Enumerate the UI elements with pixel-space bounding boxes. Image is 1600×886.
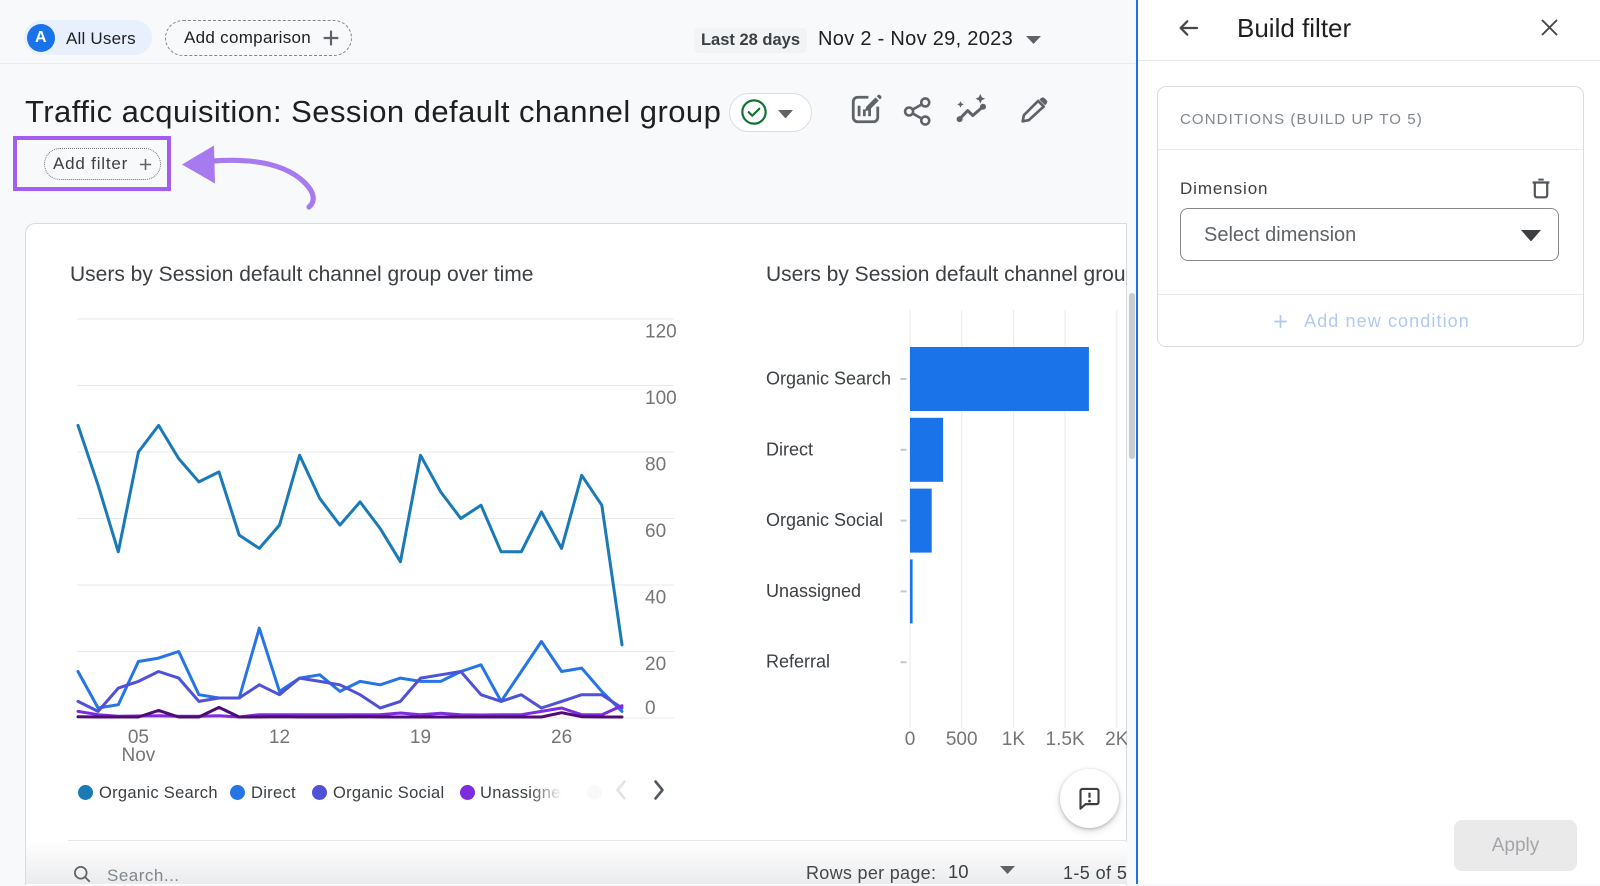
- svg-text:19: 19: [410, 727, 431, 748]
- svg-text:0: 0: [645, 698, 656, 719]
- svg-text:60: 60: [645, 521, 666, 542]
- svg-text:2K: 2K: [1105, 729, 1127, 750]
- svg-text:40: 40: [645, 588, 666, 609]
- svg-text:1K: 1K: [1002, 729, 1026, 750]
- svg-text:120: 120: [645, 322, 677, 343]
- svg-text:0: 0: [905, 729, 916, 750]
- svg-text:1.5K: 1.5K: [1046, 729, 1085, 750]
- svg-text:20: 20: [645, 654, 666, 675]
- svg-text:80: 80: [645, 455, 666, 476]
- svg-text:Referral: Referral: [766, 652, 830, 672]
- svg-text:100: 100: [645, 388, 677, 409]
- svg-text:Organic Social: Organic Social: [766, 510, 883, 530]
- svg-text:Users by Session default chann: Users by Session default channel group o…: [70, 263, 533, 286]
- svg-text:Direct: Direct: [766, 439, 813, 459]
- svg-text:Unassigned: Unassigned: [766, 581, 861, 601]
- svg-text:12: 12: [269, 727, 290, 748]
- svg-text:Nov: Nov: [122, 745, 156, 766]
- svg-text:Organic Search: Organic Search: [766, 369, 891, 389]
- svg-text:Users by Session default chann: Users by Session default channel group: [766, 263, 1127, 286]
- svg-text:500: 500: [946, 729, 978, 750]
- svg-text:26: 26: [551, 727, 572, 748]
